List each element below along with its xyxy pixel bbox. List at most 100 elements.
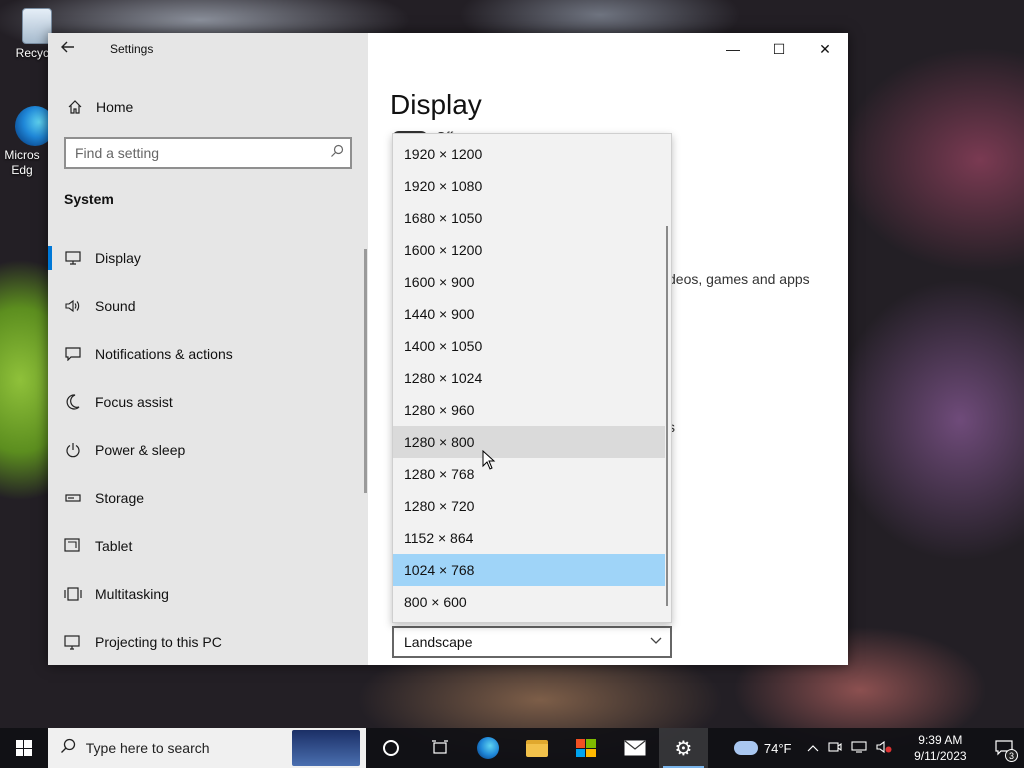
resolution-option[interactable]: 1920 × 1200 [393,138,665,170]
nav-label-projecting: Projecting to this PC [95,634,222,650]
resolution-option-label: 1400 × 1050 [404,338,483,354]
cortana-button[interactable] [366,728,415,768]
nav-item-power-sleep[interactable]: Power & sleep [48,426,364,474]
nav-label-storage: Storage [95,490,145,506]
resolution-option[interactable]: 800 × 600 [393,586,665,618]
home-label: Home [96,99,134,115]
edge-icon [477,737,500,759]
page-title: Display [390,89,482,120]
taskbar: Type here to search ⚙ 74°F 9:39 AM 9/11/… [0,728,1024,768]
nav-label-power-sleep: Power & sleep [95,442,186,458]
minimize-icon: — [726,41,740,57]
resolution-option[interactable]: 1600 × 1200 [393,234,665,266]
taskbar-search-box[interactable]: Type here to search [47,728,367,768]
home-link[interactable]: Home [64,93,354,121]
section-heading: System [64,191,114,207]
resolution-option-label: 1280 × 800 [404,434,475,450]
nav-item-notifications[interactable]: Notifications & actions [48,330,364,378]
weather-widget[interactable]: 74°F [733,741,791,756]
system-clock[interactable]: 9:39 AM 9/11/2023 [904,732,976,764]
maximize-button[interactable]: ☐ [756,33,802,65]
nav-label-multitasking: Multitasking [95,586,169,602]
system-nav: Display Sound Notifications & actions Fo… [48,234,364,665]
close-button[interactable]: ✕ [802,33,848,65]
caption-buttons: — ☐ ✕ [710,33,848,65]
message-icon [62,347,84,361]
mail-icon [624,740,646,756]
edge-taskbar-button[interactable] [464,728,513,768]
resolution-option-label: 1280 × 960 [404,402,475,418]
taskbar-search-placeholder: Type here to search [85,740,210,756]
minimize-button[interactable]: — [710,33,756,65]
nav-item-tablet[interactable]: Tablet [48,522,364,570]
action-center-button[interactable]: 3 [984,728,1024,768]
store-button[interactable] [562,728,611,768]
resolution-option[interactable]: 1024 × 768 [393,554,665,586]
system-tray [807,740,892,756]
resolution-option-label: 1440 × 900 [404,306,475,322]
resolution-option[interactable]: 1280 × 960 [393,394,665,426]
nav-label-tablet: Tablet [95,538,133,554]
sidebar-scrollbar[interactable] [364,249,367,493]
settings-taskbar-button[interactable]: ⚙ [659,728,708,768]
nav-item-sound[interactable]: Sound [48,282,364,330]
resolution-option[interactable]: 1400 × 1050 [393,330,665,362]
resolution-option-label: 1152 × 864 [404,530,474,546]
storage-icon [62,493,84,503]
resolution-option-label: 1920 × 1200 [404,146,483,162]
chevron-down-icon [650,634,662,648]
orientation-dropdown[interactable]: Landscape [392,626,672,658]
power-icon [62,442,84,458]
back-button[interactable] [60,39,84,59]
nav-item-storage[interactable]: Storage [48,474,364,522]
search-icon [60,738,76,759]
monitor-icon [62,251,84,265]
find-setting-input[interactable] [66,139,316,167]
gear-icon: ⚙ [674,737,693,760]
resolution-option[interactable]: 1280 × 800 [393,426,665,458]
windows-logo-icon [15,740,32,756]
multitasking-icon [62,586,84,602]
resolution-option[interactable]: 1280 × 1024 [393,362,665,394]
nav-item-focus-assist[interactable]: Focus assist [48,378,364,426]
resolution-option[interactable]: 1440 × 900 [393,298,665,330]
speaker-icon [62,299,84,313]
app-title: Settings [110,42,154,56]
search-icon[interactable] [330,144,344,161]
cloud-icon [733,741,758,755]
task-view-icon [431,740,448,754]
close-icon: ✕ [819,40,831,57]
back-arrow-icon [61,41,74,53]
resolution-list-scrollbar[interactable] [666,226,668,606]
resolution-option[interactable]: 1280 × 720 [393,490,665,522]
start-button[interactable] [0,728,48,768]
resolution-option[interactable]: 1152 × 864 [393,522,665,554]
nav-item-multitasking[interactable]: Multitasking [48,570,364,618]
nav-item-display[interactable]: Display [48,234,364,282]
nav-item-projecting[interactable]: Projecting to this PC [48,618,364,665]
volume-muted-icon[interactable] [876,740,892,756]
resolution-option[interactable]: 1600 × 900 [393,266,665,298]
mail-button[interactable] [610,728,659,768]
chevron-up-icon[interactable] [807,741,819,755]
resolution-option[interactable]: 1680 × 1050 [393,202,665,234]
nav-label-display: Display [95,250,141,266]
nav-label-focus-assist: Focus assist [95,394,173,410]
search-highlight-image [292,730,361,766]
notification-count-badge: 3 [1004,749,1018,762]
display-resolution-list: 1920 × 1200 1920 × 1080 1680 × 1050 1600 × … [392,133,672,623]
mouse-cursor-icon [482,450,496,470]
network-icon[interactable] [851,740,868,756]
moon-icon [62,394,84,410]
resolution-option-label: 1280 × 1024 [404,370,483,386]
resolution-option-label: 1024 × 768 [404,562,475,578]
resolution-option-label: 1600 × 1200 [404,242,483,258]
file-explorer-button[interactable] [513,728,562,768]
find-setting-box [64,137,352,169]
cortana-icon [382,740,399,756]
resolution-option[interactable]: 1920 × 1080 [393,170,665,202]
resolution-option[interactable]: 1280 × 768 [393,458,665,490]
task-view-button[interactable] [415,728,464,768]
meet-now-icon[interactable] [828,741,843,756]
resolution-option-label: 1280 × 768 [404,466,475,482]
